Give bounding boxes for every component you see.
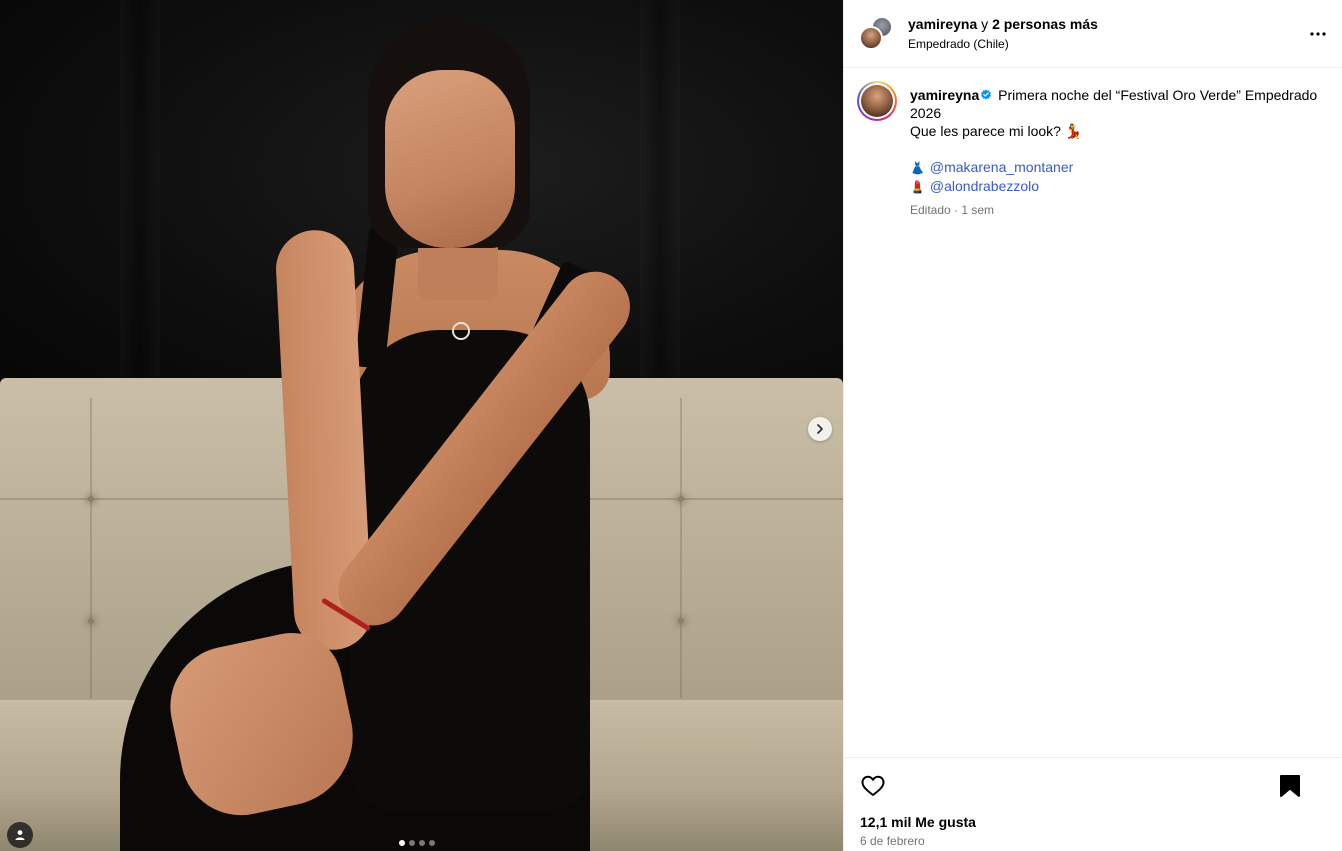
- user-icon: [15, 830, 25, 840]
- caption-body: yamireyna Primera noche del “Festival Or…: [910, 86, 1320, 218]
- more-horizontal-icon: [1310, 32, 1326, 36]
- caption-text-line2: Que les parece mi look? 💃: [910, 123, 1083, 139]
- likes-count[interactable]: 12,1 mil Me gusta: [860, 814, 976, 830]
- credit-line: 👗 @makarena_montaner: [910, 158, 1320, 177]
- carousel-dot: [419, 840, 425, 846]
- carousel-dot: [399, 840, 405, 846]
- post-actions: 12,1 mil Me gusta 6 de febrero: [844, 757, 1342, 851]
- chevron-right-icon: [817, 424, 823, 434]
- bookmark-filled-icon: [1280, 775, 1300, 797]
- dress-emoji: 👗: [910, 161, 925, 175]
- post-date: 6 de febrero: [860, 834, 925, 848]
- verified-badge-icon: [981, 89, 992, 100]
- tagged-users-button[interactable]: [7, 822, 33, 848]
- mention-link-alondra[interactable]: @alondrabezzolo: [930, 178, 1039, 194]
- credit-line: 💄 @alondrabezzolo: [910, 177, 1320, 196]
- author-username[interactable]: yamireyna: [908, 16, 977, 32]
- carousel-dot: [429, 840, 435, 846]
- other-authors-link[interactable]: 2 personas más: [992, 16, 1098, 32]
- location-link[interactable]: Empedrado (Chile): [908, 37, 1009, 51]
- avatar: [861, 85, 893, 117]
- carousel-next-button[interactable]: [808, 417, 832, 441]
- lipstick-emoji: 💄: [910, 180, 925, 194]
- caption-meta: Editado · 1 sem: [910, 203, 995, 217]
- post-media[interactable]: [0, 0, 843, 851]
- carousel-indicator: [399, 840, 435, 846]
- post-side-panel: yamireyna y 2 personas más Empedrado (Ch…: [843, 0, 1342, 851]
- story-ring-avatar[interactable]: [857, 81, 897, 121]
- save-button[interactable]: [1276, 772, 1304, 800]
- person-figure: [0, 0, 843, 851]
- carousel-dot: [409, 840, 415, 846]
- heart-icon: [861, 775, 885, 796]
- caption-username[interactable]: yamireyna: [910, 87, 979, 103]
- authors-conjunction: y: [981, 16, 989, 32]
- mention-link-makarena[interactable]: @makarena_montaner: [930, 159, 1073, 175]
- avatar[interactable]: [859, 26, 883, 50]
- post-authors: yamireyna y 2 personas más: [908, 16, 1098, 32]
- post-header: yamireyna y 2 personas más Empedrado (Ch…: [844, 0, 1342, 68]
- collab-avatars[interactable]: [859, 16, 893, 50]
- like-button[interactable]: [859, 772, 887, 800]
- more-options-button[interactable]: [1306, 22, 1330, 46]
